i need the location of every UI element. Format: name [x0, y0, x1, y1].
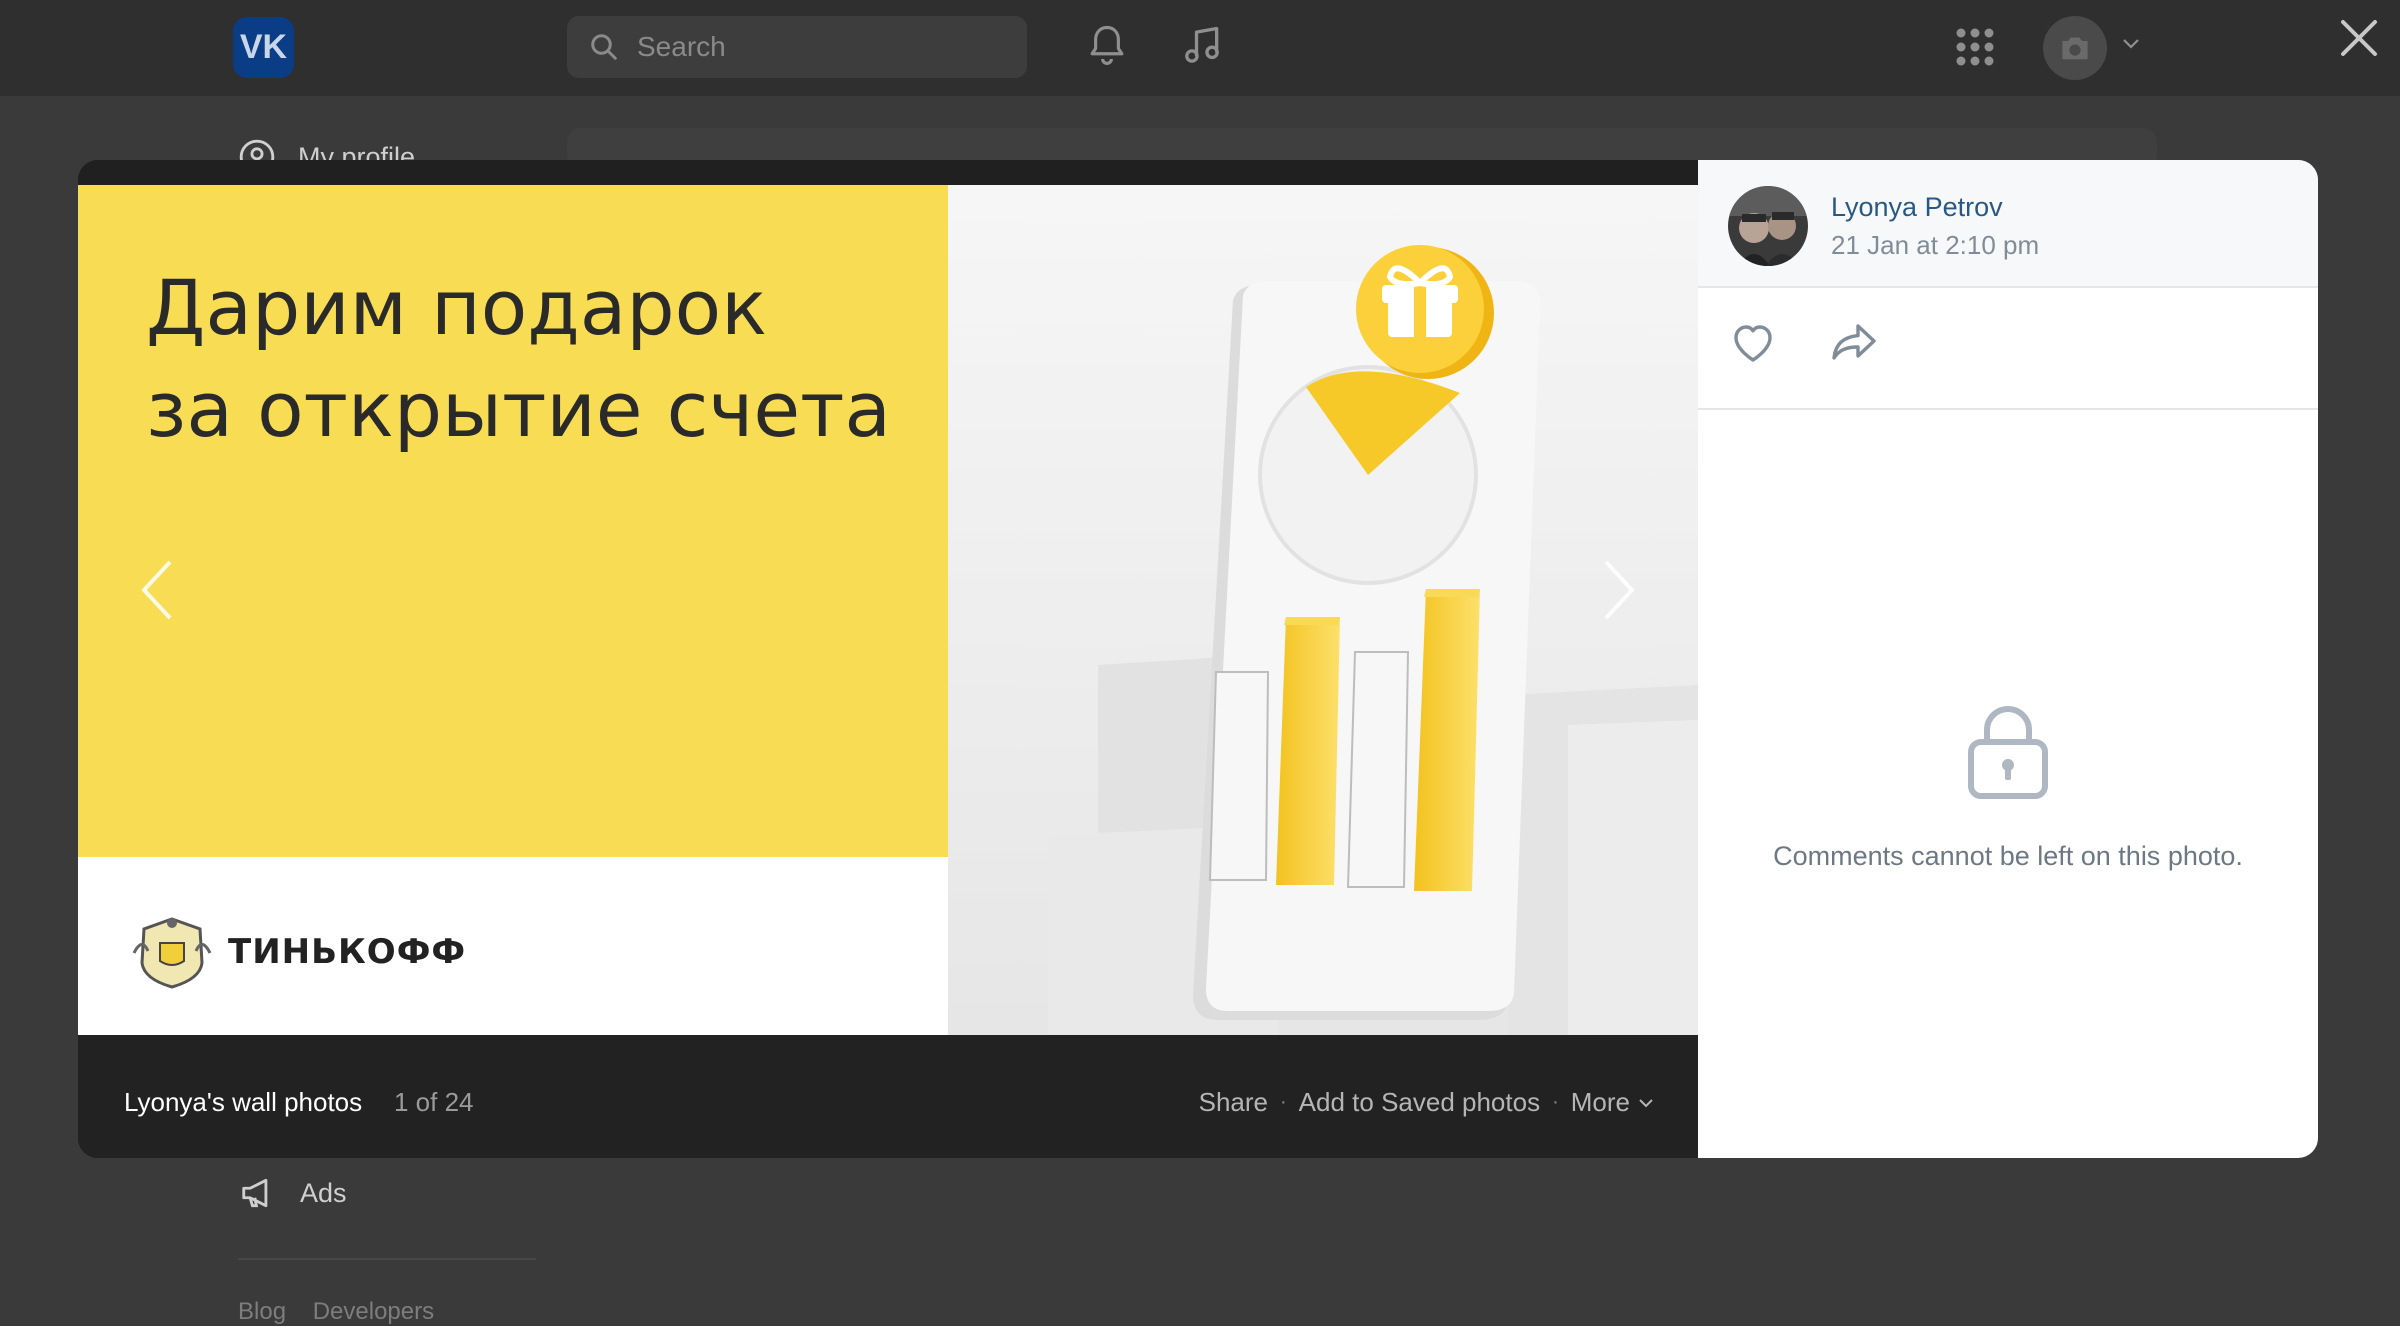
photo-white-panel: ТИНЬКОФФ: [78, 857, 948, 1035]
vk-logo[interactable]: VK: [233, 17, 294, 78]
music-icon[interactable]: [1180, 22, 1224, 68]
photo-reactions-bar: [1698, 288, 2318, 410]
search-placeholder: Search: [637, 31, 726, 62]
search-input[interactable]: Search: [567, 16, 1027, 78]
phone-chart-illustration: [948, 185, 1698, 1035]
separator-dot: ·: [1280, 1091, 1287, 1113]
footer-link-developers[interactable]: Developers: [313, 1298, 434, 1325]
add-to-saved-link[interactable]: Add to Saved photos: [1299, 1087, 1540, 1118]
share-link[interactable]: Share: [1199, 1087, 1268, 1118]
sidebar-item-ads[interactable]: Ads: [238, 1174, 347, 1212]
close-viewer-icon[interactable]: [2339, 18, 2379, 58]
headline-line-2: за открытие счета: [146, 365, 891, 454]
share-arrow-icon[interactable]: [1828, 320, 1880, 364]
profile-avatar-button[interactable]: [2043, 16, 2107, 80]
photo-yellow-panel: Дарим подарок за открытие счета: [78, 185, 948, 857]
post-date[interactable]: 21 Jan at 2:10 pm: [1831, 230, 2039, 261]
chevron-down-icon: [1639, 1098, 1653, 1107]
comments-disabled-message: Comments cannot be left on this photo.: [1773, 841, 2243, 871]
photo-footer-bar: Lyonya's wall photos 1 of 24 Share · Add…: [78, 1035, 1698, 1158]
photo-side-panel: Lyonya Petrov 21 Jan at 2:10 pm Comments…: [1698, 160, 2318, 1158]
search-icon: [591, 34, 617, 60]
chevron-down-icon[interactable]: [2122, 38, 2140, 50]
separator-dot: ·: [1552, 1091, 1559, 1113]
footer-link-blog[interactable]: Blog: [238, 1298, 286, 1325]
photo-counter: 1 of 24: [394, 1087, 474, 1117]
photo-pane: Дарим подарок за открытие счета ТИНЬКОФФ: [78, 160, 1698, 1158]
next-photo-arrow-icon[interactable]: [1598, 558, 1638, 622]
sidebar-divider: [238, 1258, 536, 1260]
tinkoff-emblem-icon: [132, 917, 212, 989]
author-avatar-image: [1728, 186, 1808, 266]
photo-headline: Дарим подарок за открытие счета: [146, 257, 891, 461]
brand-name: ТИНЬКОФФ: [228, 932, 467, 972]
comments-disabled-notice: Comments cannot be left on this photo.: [1698, 700, 2318, 872]
author-avatar[interactable]: [1728, 186, 1808, 266]
photo-illustration: [948, 185, 1698, 1035]
footer-links: Blog Developers: [238, 1298, 454, 1326]
photo-viewer: Дарим подарок за открытие счета ТИНЬКОФФ: [78, 160, 2318, 1158]
top-navigation-bar: VK Search: [0, 0, 2400, 96]
camera-icon: [2062, 37, 2088, 60]
headline-line-1: Дарим подарок: [146, 263, 768, 352]
album-title-link[interactable]: Lyonya's wall photos: [124, 1087, 362, 1118]
like-heart-icon[interactable]: [1728, 320, 1778, 364]
sidebar-item-label: Ads: [300, 1177, 347, 1208]
previous-photo-arrow-icon[interactable]: [138, 558, 178, 622]
author-header: Lyonya Petrov 21 Jan at 2:10 pm: [1698, 160, 2318, 288]
brand: ТИНЬКОФФ: [130, 913, 466, 991]
photo-actions: Share · Add to Saved photos · More: [1199, 1087, 1654, 1118]
bell-icon[interactable]: [1086, 22, 1128, 68]
megaphone-icon: [242, 1178, 268, 1208]
author-name-link[interactable]: Lyonya Petrov: [1831, 192, 2003, 223]
apps-grid-icon[interactable]: [1955, 27, 1995, 67]
photo[interactable]: Дарим подарок за открытие счета ТИНЬКОФФ: [78, 185, 1698, 1035]
more-label: More: [1570, 1087, 1630, 1117]
more-menu-button[interactable]: More: [1571, 1087, 1654, 1118]
lock-icon: [1968, 706, 2048, 799]
